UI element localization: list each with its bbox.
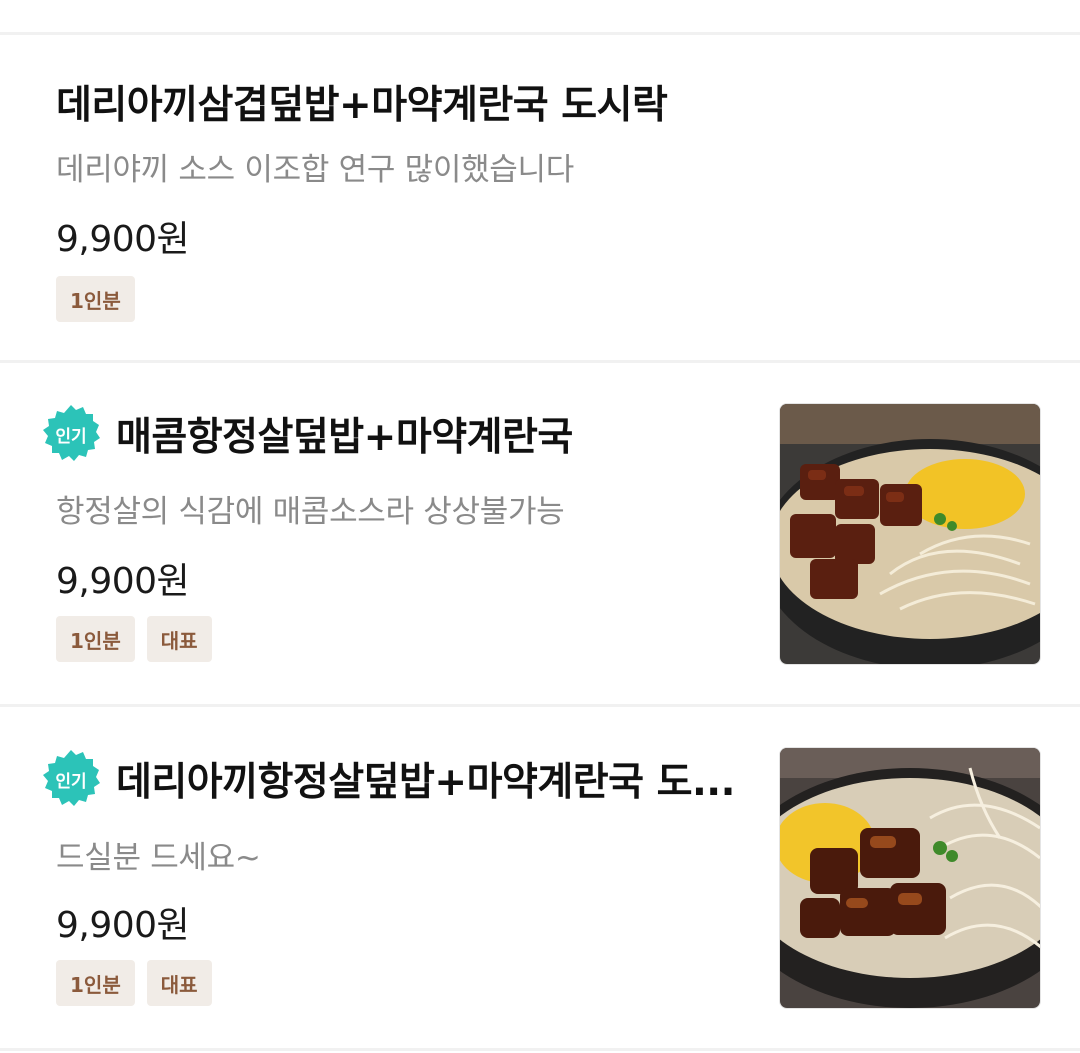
menu-price: 9,900원: [56, 561, 190, 602]
menu-title-row: 인기 매콤항정살덮밥+마약계란국: [43, 403, 573, 465]
menu-description: 데리야끼 소스 이조합 연구 많이했습니다: [56, 152, 574, 188]
menu-image[interactable]: [779, 747, 1041, 1009]
menu-title: 매콤항정살덮밥+마약계란국: [116, 415, 573, 460]
tag-signature: 대표: [146, 616, 212, 662]
menu-title: 데리아끼항정살덮밥+마약계란국 도...: [116, 760, 735, 805]
divider-bottom: [0, 1048, 1080, 1051]
rice-bowl-image: [780, 404, 1040, 664]
menu-description: 드실분 드세요~: [56, 840, 261, 876]
menu-price: 9,900원: [56, 905, 190, 946]
menu-tags: 1인분 대표: [56, 616, 212, 662]
tag-serving: 1인분: [56, 276, 135, 322]
menu-title-row: 인기 데리아끼항정살덮밥+마약계란국 도...: [43, 748, 735, 810]
divider-top: [0, 32, 1080, 35]
tag-signature: 대표: [146, 960, 212, 1006]
divider: [0, 360, 1080, 363]
menu-image[interactable]: [779, 403, 1041, 665]
divider: [0, 704, 1080, 707]
menu-tags: 1인분 대표: [56, 960, 212, 1006]
rice-bowl-image: [780, 748, 1040, 1008]
menu-tags: 1인분: [56, 276, 135, 322]
menu-description: 항정살의 식감에 매콤소스라 상상불가능: [56, 494, 565, 530]
tag-serving: 1인분: [56, 960, 135, 1006]
menu-price: 9,900원: [56, 219, 190, 260]
popular-badge: 인기: [40, 748, 102, 810]
popular-badge: 인기: [40, 403, 102, 465]
menu-title: 데리아끼삼겹덮밥+마약계란국 도시락: [56, 83, 668, 128]
tag-serving: 1인분: [56, 616, 135, 662]
popular-badge-label: 인기: [55, 426, 87, 447]
popular-badge-label: 인기: [55, 771, 87, 792]
menu-title-row: 데리아끼삼겹덮밥+마약계란국 도시락: [56, 76, 668, 128]
